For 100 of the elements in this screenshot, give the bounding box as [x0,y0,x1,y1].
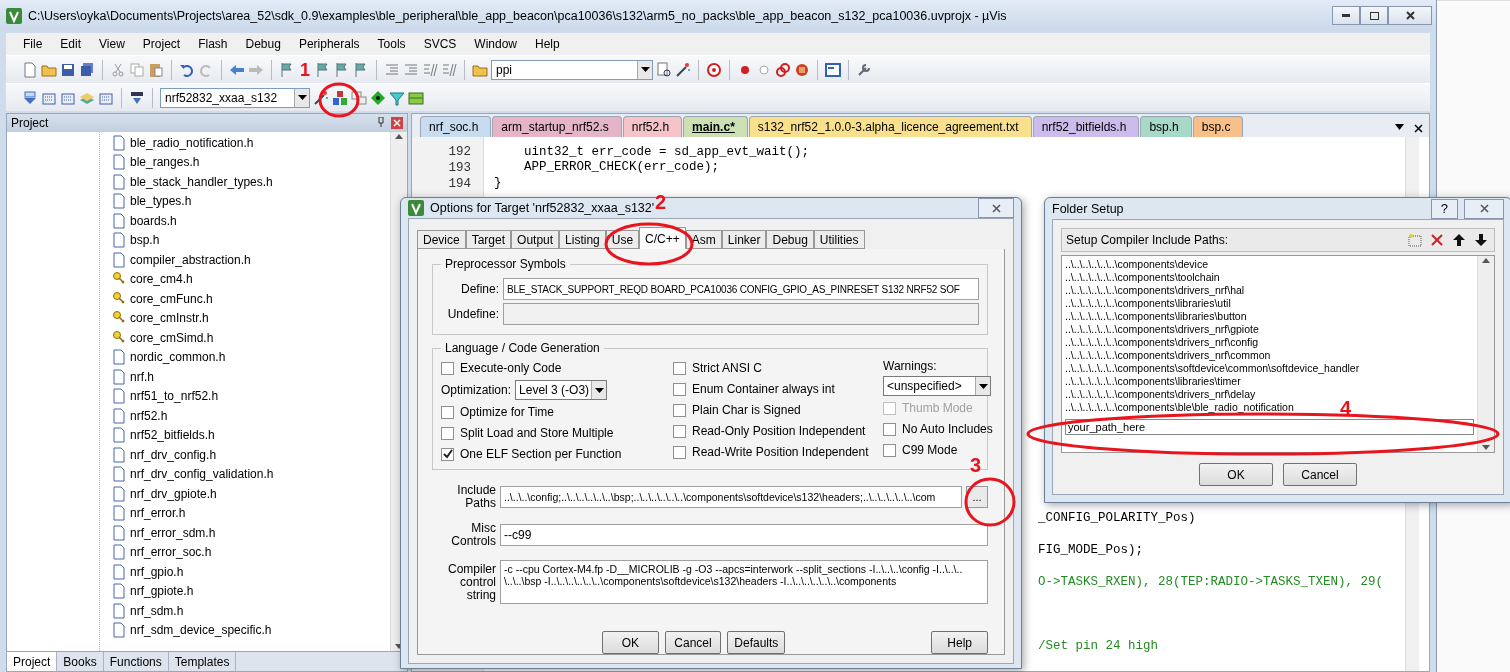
flag-icon[interactable] [334,61,350,78]
pin-icon[interactable] [377,117,385,127]
find-icon[interactable] [656,61,672,78]
flag-icon[interactable] [353,61,369,78]
tree-item[interactable]: nrf_drv_config_validation.h [130,467,274,482]
tree-item[interactable]: ble_radio_notification.h [130,135,254,150]
list-item[interactable]: ..\..\..\..\..\..\components\drivers_nrf\hal [1065,284,1245,297]
scrollbar[interactable] [1477,256,1494,452]
checkbox[interactable]: Plain Char is Signed [673,401,873,419]
document-icon[interactable] [22,61,38,78]
dialog-button[interactable]: Defaults [727,631,786,654]
pack-icon[interactable] [408,89,424,106]
menu-item[interactable]: Project [133,37,190,51]
tree-item[interactable]: ble_stack_handler_types.h [130,174,273,189]
dialog-tab[interactable]: Listing [559,230,606,249]
menu-item[interactable]: SVCS [414,37,466,51]
file-tab[interactable]: main.c* [683,116,748,137]
list-item[interactable]: ..\..\..\..\..\..\components\drivers_nrf\gpiote [1065,323,1259,336]
windows-icon[interactable] [351,89,367,106]
flag-icon[interactable] [315,61,331,78]
menu-item[interactable]: Peripherals [289,37,369,51]
tree-item[interactable]: core_cmSimd.h [130,330,214,345]
list-item[interactable]: ..\..\..\..\..\..\components\drivers_nrf\config [1065,336,1259,349]
tree-item[interactable]: nrf_sdm.h [130,603,184,618]
move-up-icon[interactable] [1452,233,1466,247]
menu-item[interactable]: File [14,37,52,51]
misc-controls-field[interactable]: --c99 [500,524,988,546]
tree-item[interactable]: nrf_error_soc.h [130,545,212,560]
include-paths-field[interactable]: ..\..\..\config;..\..\..\..\..\..\bsp;..\..\..\..\..\..\components\softdevice\s132\headers;..\..\..\..\..\..\com [500,486,962,508]
file-tab[interactable]: nrf52_bitfields.h [1032,116,1140,137]
dialog-button[interactable]: OK [602,631,659,654]
tree-item[interactable]: nrf52.h [130,408,168,423]
tree-item[interactable]: ble_ranges.h [130,155,200,170]
dialog-tab[interactable]: C/C++ [639,227,686,249]
list-item[interactable]: ..\..\..\..\..\..\components\softdevice\common\softdevice_handler [1065,362,1360,375]
list-item[interactable]: ..\..\..\..\..\..\components\drivers_nrf\common [1065,349,1271,362]
list-item[interactable]: ..\..\..\..\..\..\components\toolchain [1065,271,1220,284]
tree-item[interactable]: compiler_abstraction.h [130,252,251,267]
path-edit-field[interactable]: your_path_here [1065,419,1474,435]
warnings-select[interactable]: <unspecified> [883,376,991,396]
tree-item[interactable]: nrf.h [130,369,154,384]
close-icon[interactable] [1414,124,1423,133]
dialog-button[interactable]: Cancel [664,631,722,654]
dialog-tab[interactable]: Debug [766,230,814,249]
tree-item[interactable]: nrf_gpiote.h [130,584,194,599]
minimize-button[interactable] [1332,6,1360,25]
panel-tab[interactable]: Books [57,652,104,671]
tree-item[interactable]: core_cmInstr.h [130,311,209,326]
tree-item[interactable]: boards.h [130,213,177,228]
download-icon[interactable] [22,89,38,106]
comment-icon[interactable] [422,61,438,78]
tree-item[interactable]: nrf_error_sdm.h [130,525,216,540]
list-item[interactable]: ..\..\..\..\..\..\components\ble\ble_radio_notification [1065,401,1294,414]
rings-icon[interactable] [775,61,791,78]
wrench-icon[interactable] [856,61,872,78]
list-item[interactable]: ..\..\..\..\..\..\components\device [1065,258,1208,271]
file-tab[interactable]: bsp.h [1140,116,1192,137]
tree-item[interactable]: core_cm4.h [130,272,193,287]
file-tab[interactable]: bsp.c [1192,116,1244,137]
checkbox[interactable]: Read-Write Position Independent [673,443,873,461]
tree-item[interactable]: nrf_drv_config.h [130,447,217,462]
checkbox[interactable]: Strict ANSI C [673,359,873,377]
tree-item[interactable]: bsp.h [130,233,160,248]
tree-item[interactable]: nordic_common.h [130,350,226,365]
checkbox[interactable]: Read-Only Position Independent [673,422,873,440]
dialog-tab[interactable]: Output [511,230,560,249]
tree-item[interactable]: nrf51_to_nrf52.h [130,389,219,404]
tree-item[interactable]: nrf_drv_gpiote.h [130,486,217,501]
panel-tab[interactable]: Templates [168,652,237,671]
dropdown-icon[interactable] [1395,124,1404,130]
file-tab[interactable]: arm_startup_nrf52.s [492,116,622,137]
dialog-tab[interactable]: Linker [721,230,767,249]
file-tab[interactable]: nrf_soc.h [420,116,492,137]
dialog-button[interactable]: OK [1199,463,1273,486]
dialog-tab[interactable]: Target [465,230,512,249]
move-down-icon[interactable] [1474,233,1488,247]
define-field[interactable]: BLE_STACK_SUPPORT_REQD BOARD_PCA10036 CONFIG_GPIO_AS_PINRESET S132 NRF52 SOF [503,278,979,300]
boxes-icon[interactable] [332,89,348,106]
funnel-icon[interactable] [389,89,405,106]
find-combo[interactable]: ppi [491,59,653,80]
dialog-tab[interactable]: Device [417,230,466,249]
new-item-icon[interactable] [1408,233,1422,247]
menu-item[interactable]: Window [465,37,526,51]
list-item[interactable]: ..\..\..\..\..\..\components\drivers_nrf\delay [1065,388,1256,401]
tree-item[interactable]: core_cmFunc.h [130,291,213,306]
help-button[interactable]: ? [1430,198,1458,219]
file-tab[interactable]: s132_nrf52_1.0.0-3.alpha_licence_agreement.txt [748,116,1032,137]
window-icon[interactable] [825,61,841,78]
close-button[interactable] [978,198,1014,218]
tree-item[interactable]: nrf_sdm_device_specific.h [130,623,272,638]
dialog-button[interactable]: Cancel [1283,463,1357,486]
dialog-button[interactable]: Help [931,631,988,654]
tree-item[interactable]: nrf_gpio.h [130,564,184,579]
delete-icon[interactable] [1430,233,1444,247]
tree-item[interactable]: nrf_error.h [130,506,186,521]
menu-item[interactable]: Help [526,37,569,51]
target-combo[interactable]: nrf52832_xxaa_s132 [160,87,310,108]
menu-item[interactable]: Edit [51,37,91,51]
optimization-select[interactable]: Level 3 (-O3) [515,380,608,400]
flag-icon[interactable] [279,61,295,78]
